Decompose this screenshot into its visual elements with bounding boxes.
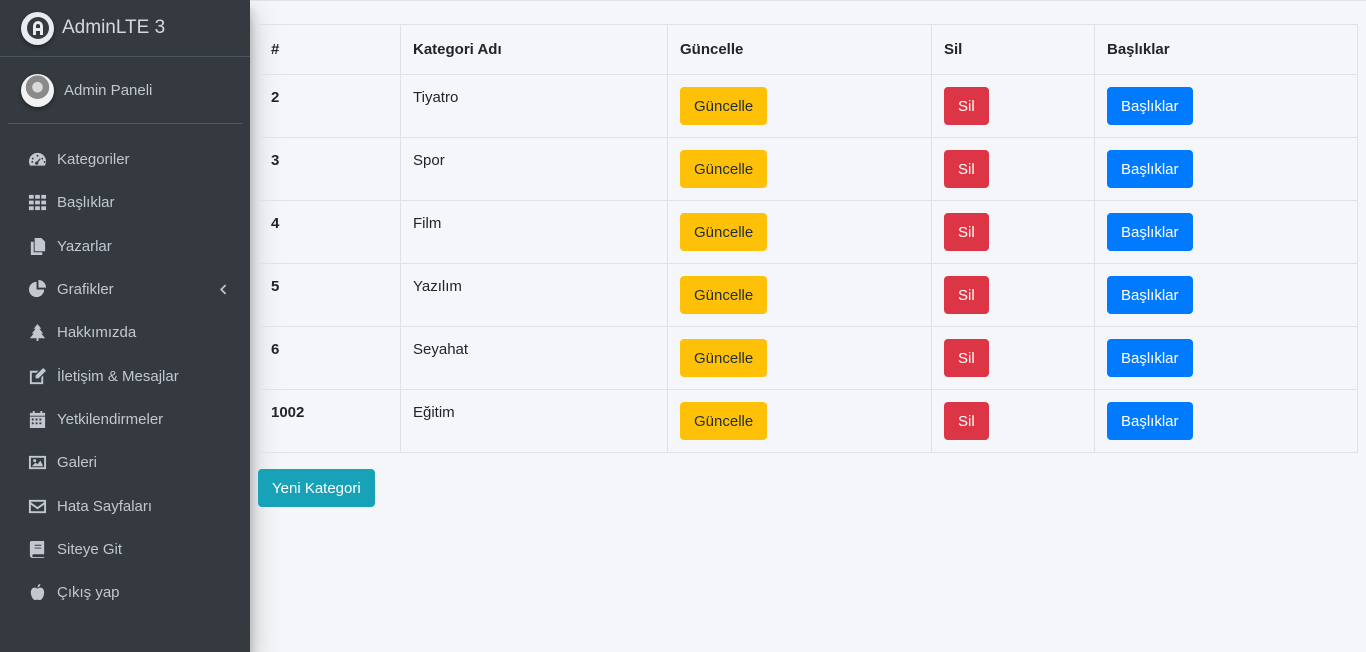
- sidebar-item-label: Grafikler: [57, 281, 114, 299]
- update-button[interactable]: Güncelle: [680, 339, 768, 377]
- update-button[interactable]: Güncelle: [680, 402, 768, 440]
- envelope-icon: [28, 497, 47, 516]
- header-titles: Başlıklar: [1094, 24, 1358, 75]
- sidebar-item-yetkilendirmeler[interactable]: Yetkilendirmeler: [0, 398, 250, 441]
- row-id: 3: [258, 137, 401, 201]
- delete-button[interactable]: Sil: [944, 87, 989, 125]
- apple-icon: [28, 583, 47, 602]
- header-category-name: Kategori Adı: [400, 24, 668, 75]
- header-id: #: [258, 24, 401, 75]
- sidebar-item-label: Çıkış yap: [57, 584, 120, 602]
- table-row: 6 Seyahat Güncelle Sil Başlıklar: [258, 326, 1358, 390]
- table-header-row: # Kategori Adı Güncelle Sil Başlıklar: [258, 24, 1358, 75]
- chevron-left-icon[interactable]: [218, 281, 228, 298]
- avatar: [21, 73, 54, 107]
- row-id: 1002: [258, 389, 401, 453]
- sidebar-item-label: Yazarlar: [57, 237, 112, 255]
- sidebar-item-siteye-git[interactable]: Siteye Git: [0, 528, 250, 571]
- sidebar-item-iletisim[interactable]: İletişim & Mesajlar: [0, 354, 250, 397]
- sidebar-item-kategoriler[interactable]: Kategoriler: [0, 138, 250, 181]
- user-panel[interactable]: Admin Paneli: [8, 57, 242, 124]
- new-category-button[interactable]: Yeni Kategori: [258, 469, 375, 507]
- row-category-name: Eğitim: [400, 389, 668, 453]
- titles-button[interactable]: Başlıklar: [1107, 213, 1193, 251]
- image-icon: [28, 453, 47, 472]
- tree-icon: [28, 323, 47, 342]
- row-category-name: Tiyatro: [400, 74, 668, 138]
- sidebar-item-basliklar[interactable]: Başlıklar: [0, 181, 250, 224]
- categories-table: # Kategori Adı Güncelle Sil Başlıklar 2 …: [258, 24, 1358, 453]
- row-category-name: Yazılım: [400, 263, 668, 327]
- table-row: 4 Film Güncelle Sil Başlıklar: [258, 200, 1358, 264]
- row-id: 2: [258, 74, 401, 138]
- brand-title: AdminLTE 3: [62, 17, 166, 38]
- row-category-name: Film: [400, 200, 668, 264]
- sidebar-item-label: Yetkilendirmeler: [57, 410, 164, 428]
- delete-button[interactable]: Sil: [944, 276, 989, 314]
- row-id: 6: [258, 326, 401, 390]
- delete-button[interactable]: Sil: [944, 150, 989, 188]
- sidebar-item-grafikler[interactable]: Grafikler: [0, 268, 250, 311]
- update-button[interactable]: Güncelle: [680, 87, 768, 125]
- sidebar-nav: Kategoriler Başlıklar Yazarlar Grafikler: [0, 138, 250, 614]
- header-update: Güncelle: [667, 24, 932, 75]
- adminlte-logo-icon: [21, 11, 54, 45]
- row-id: 5: [258, 263, 401, 327]
- table-row: 5 Yazılım Güncelle Sil Başlıklar: [258, 263, 1358, 327]
- delete-button[interactable]: Sil: [944, 213, 989, 251]
- sidebar-item-label: Hata Sayfaları: [57, 497, 153, 515]
- sidebar: AdminLTE 3 Admin Paneli Kategoriler Başl…: [0, 0, 250, 652]
- sidebar-item-galeri[interactable]: Galeri: [0, 441, 250, 484]
- grid-icon: [28, 193, 47, 212]
- titles-button[interactable]: Başlıklar: [1107, 276, 1193, 314]
- update-button[interactable]: Güncelle: [680, 276, 768, 314]
- pie-chart-icon: [28, 280, 47, 299]
- row-category-name: Seyahat: [400, 326, 668, 390]
- sidebar-item-label: İletişim & Mesajlar: [57, 367, 179, 385]
- edit-icon: [28, 367, 47, 386]
- header-delete: Sil: [931, 24, 1095, 75]
- sidebar-item-label: Siteye Git: [57, 540, 123, 558]
- sidebar-item-hata-sayfalari[interactable]: Hata Sayfaları: [0, 484, 250, 527]
- row-category-name: Spor: [400, 137, 668, 201]
- sidebar-item-label: Kategoriler: [57, 151, 130, 169]
- titles-button[interactable]: Başlıklar: [1107, 339, 1193, 377]
- sidebar-item-label: Galeri: [57, 454, 98, 472]
- sidebar-item-label: Başlıklar: [57, 194, 115, 212]
- brand-link[interactable]: AdminLTE 3: [0, 0, 250, 57]
- user-name: Admin Paneli: [64, 81, 153, 99]
- tachometer-icon: [28, 150, 47, 169]
- titles-button[interactable]: Başlıklar: [1107, 402, 1193, 440]
- row-id: 4: [258, 200, 401, 264]
- sidebar-item-hakkimizda[interactable]: Hakkımızda: [0, 311, 250, 354]
- calendar-icon: [28, 410, 47, 429]
- table-row: 1002 Eğitim Güncelle Sil Başlıklar: [258, 389, 1358, 453]
- copy-icon: [28, 237, 47, 256]
- sidebar-item-cikis-yap[interactable]: Çıkış yap: [0, 571, 250, 614]
- update-button[interactable]: Güncelle: [680, 213, 768, 251]
- update-button[interactable]: Güncelle: [680, 150, 768, 188]
- sidebar-item-yazarlar[interactable]: Yazarlar: [0, 225, 250, 268]
- table-row: 3 Spor Güncelle Sil Başlıklar: [258, 137, 1358, 201]
- titles-button[interactable]: Başlıklar: [1107, 87, 1193, 125]
- delete-button[interactable]: Sil: [944, 402, 989, 440]
- main-content: # Kategori Adı Güncelle Sil Başlıklar 2 …: [258, 24, 1358, 507]
- delete-button[interactable]: Sil: [944, 339, 989, 377]
- table-row: 2 Tiyatro Güncelle Sil Başlıklar: [258, 74, 1358, 138]
- titles-button[interactable]: Başlıklar: [1107, 150, 1193, 188]
- book-icon: [28, 540, 47, 559]
- top-divider: [250, 0, 1366, 1]
- sidebar-item-label: Hakkımızda: [57, 324, 137, 342]
